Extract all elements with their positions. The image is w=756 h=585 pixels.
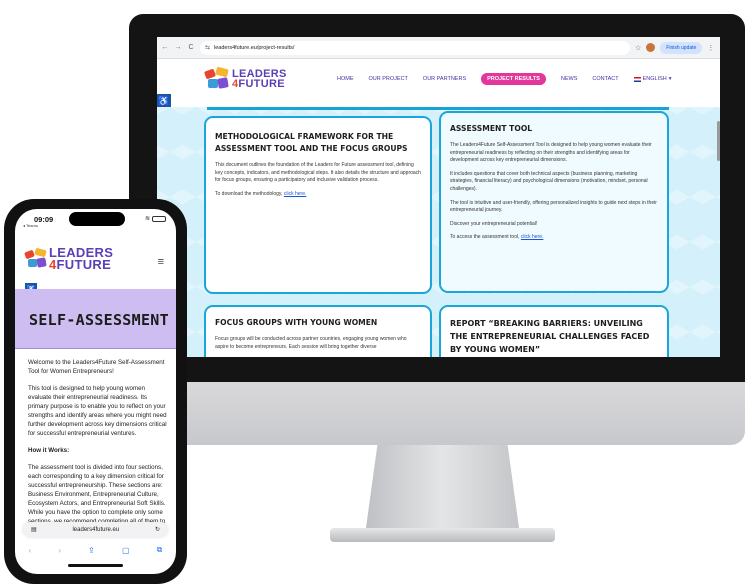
page-scrollbar[interactable] [717, 121, 720, 161]
language-label: ENGLISH [642, 76, 667, 82]
nav-our-partners[interactable]: OUR PARTNERS [423, 76, 466, 82]
logo-text-future: FUTURE [238, 78, 285, 90]
download-methodology-link[interactable]: click here. [284, 191, 307, 197]
card-title: REPORT “BREAKING BARRIERS: UNVEILING THE… [450, 319, 650, 354]
card-link-line: To access the assessment tool, click her… [450, 234, 544, 241]
dynamic-island [69, 212, 125, 226]
card-text: The tool is intuitive and user-friendly,… [450, 199, 657, 214]
language-selector[interactable]: ENGLISH ▾ [633, 76, 672, 82]
main-navigation: HOME OUR PROJECT OUR PARTNERS PROJECT RE… [337, 73, 672, 85]
back-button[interactable]: ← [161, 44, 169, 51]
site-header: LEADERS 4FUTURE HOME OUR PROJECT OUR PAR… [157, 59, 720, 107]
hamburger-menu-icon[interactable]: ≡ [158, 256, 164, 268]
home-indicator [68, 564, 123, 567]
uk-flag-icon [633, 76, 641, 82]
imac-stand [365, 445, 520, 535]
iphone-mockup: 09:09 ◂ Teams ≋ LEADERS 4FUTURE ≡ SELF-A… [4, 199, 187, 584]
browser-menu-icon[interactable]: ⋮ [707, 44, 714, 52]
status-indicators: ≋ [145, 215, 166, 222]
results-section: METHODOLOGICAL FRAMEWORK FOR THE ASSESSM… [157, 107, 720, 357]
logo-text-4: 4 [49, 257, 57, 272]
forward-arrow-icon[interactable]: › [58, 546, 61, 555]
mobile-address-bar[interactable]: ▤ leaders4future.eu ↻ [23, 522, 168, 537]
site-logo[interactable]: LEADERS 4FUTURE [203, 66, 287, 90]
card-text: Discover your entrepreneurial potential! [450, 220, 538, 227]
card-title: ASSESSMENT TOOL [450, 124, 533, 133]
card-text: This document outlines the foundation of… [215, 162, 421, 184]
access-assessment-link[interactable]: click here. [521, 234, 544, 240]
phone-screen: 09:09 ◂ Teams ≋ LEADERS 4FUTURE ≡ SELF-A… [15, 209, 176, 574]
logo-text-future: FUTURE [56, 257, 112, 272]
description-text: This tool is designed to help young wome… [28, 385, 167, 437]
bookmarks-icon[interactable]: ▢ [122, 546, 130, 555]
wifi-icon: ≋ [144, 216, 150, 222]
card-title: METHODOLOGICAL FRAMEWORK FOR THE ASSESSM… [215, 132, 408, 153]
page-title: SELF-ASSESSMENT [29, 311, 169, 329]
reader-icon[interactable]: ▤ [31, 526, 37, 533]
address-bar-url: leaders4future.eu/project-results/ [214, 44, 295, 51]
card-link-line: To download the methodology, click here. [215, 190, 307, 197]
how-it-works-heading: How it Works: [28, 447, 70, 454]
browser-toolbar: ← → C ⇆ leaders4future.eu/project-result… [157, 37, 720, 59]
accessibility-icon[interactable]: ♿ [157, 94, 171, 108]
forward-button[interactable]: → [174, 44, 182, 51]
mobile-page-content: Welcome to the Leaders4Future Self-Asses… [28, 358, 168, 534]
card-text: Focus groups will be conducted across pa… [215, 336, 407, 350]
card-text: The Leaders4Future Self-Assessment Tool … [450, 142, 652, 164]
back-to-app[interactable]: ◂ Teams [23, 223, 38, 228]
mockup-stage: ← → C ⇆ leaders4future.eu/project-result… [0, 0, 756, 585]
card-breaking-barriers-report: REPORT “BREAKING BARRIERS: UNVEILING THE… [439, 305, 669, 357]
safari-toolbar: ‹ › ⇪ ▢ ⧉ [15, 541, 176, 559]
section-divider [207, 107, 669, 110]
nav-our-project[interactable]: OUR PROJECT [369, 76, 408, 82]
mobile-address-url: leaders4future.eu [72, 526, 120, 533]
back-arrow-icon[interactable]: ‹ [29, 546, 32, 555]
nav-contact[interactable]: CONTACT [592, 76, 618, 82]
card-methodological-framework: METHODOLOGICAL FRAMEWORK FOR THE ASSESSM… [204, 116, 432, 294]
bookmark-star-icon[interactable]: ☆ [635, 44, 641, 52]
page-title-banner: SELF-ASSESSMENT [15, 289, 176, 349]
share-icon[interactable]: ⇪ [88, 546, 95, 555]
reload-icon[interactable]: ↻ [155, 526, 160, 533]
site-info-icon[interactable]: ⇆ [205, 44, 210, 51]
nav-project-results[interactable]: PROJECT RESULTS [481, 73, 546, 85]
nav-home[interactable]: HOME [337, 76, 354, 82]
desktop-browser-window: ← → C ⇆ leaders4future.eu/project-result… [157, 37, 720, 357]
how-it-works-text: The assessment tool is divided into four… [28, 464, 166, 525]
mobile-site-header: LEADERS 4FUTURE ≡ ♿ [15, 233, 176, 295]
logo-mark-icon [203, 66, 229, 90]
intro-text: Welcome to the Leaders4Future Self-Asses… [28, 359, 165, 375]
reload-button[interactable]: C [187, 44, 195, 51]
profile-avatar-icon[interactable] [646, 43, 656, 52]
battery-icon [152, 215, 166, 222]
imac-chin [129, 382, 745, 445]
card-title: FOCUS GROUPS WITH YOUNG WOMEN [215, 318, 378, 327]
mobile-site-logo[interactable]: LEADERS 4FUTURE [24, 246, 113, 272]
chevron-down-icon: ▾ [668, 76, 672, 82]
status-bar: 09:09 ◂ Teams ≋ [15, 209, 176, 233]
card-focus-groups: FOCUS GROUPS WITH YOUNG WOMEN Focus grou… [204, 305, 432, 357]
finish-update-button[interactable]: Finish update [660, 41, 703, 54]
nav-news[interactable]: NEWS [561, 76, 578, 82]
card-assessment-tool: ASSESSMENT TOOL The Leaders4Future Self-… [439, 111, 669, 293]
address-bar[interactable]: ⇆ leaders4future.eu/project-results/ [200, 40, 630, 55]
tabs-icon[interactable]: ⧉ [157, 545, 163, 555]
imac-stand-base [330, 528, 555, 542]
logo-mark-icon [24, 247, 47, 269]
card-text: It includes questions that cover both te… [450, 170, 648, 192]
